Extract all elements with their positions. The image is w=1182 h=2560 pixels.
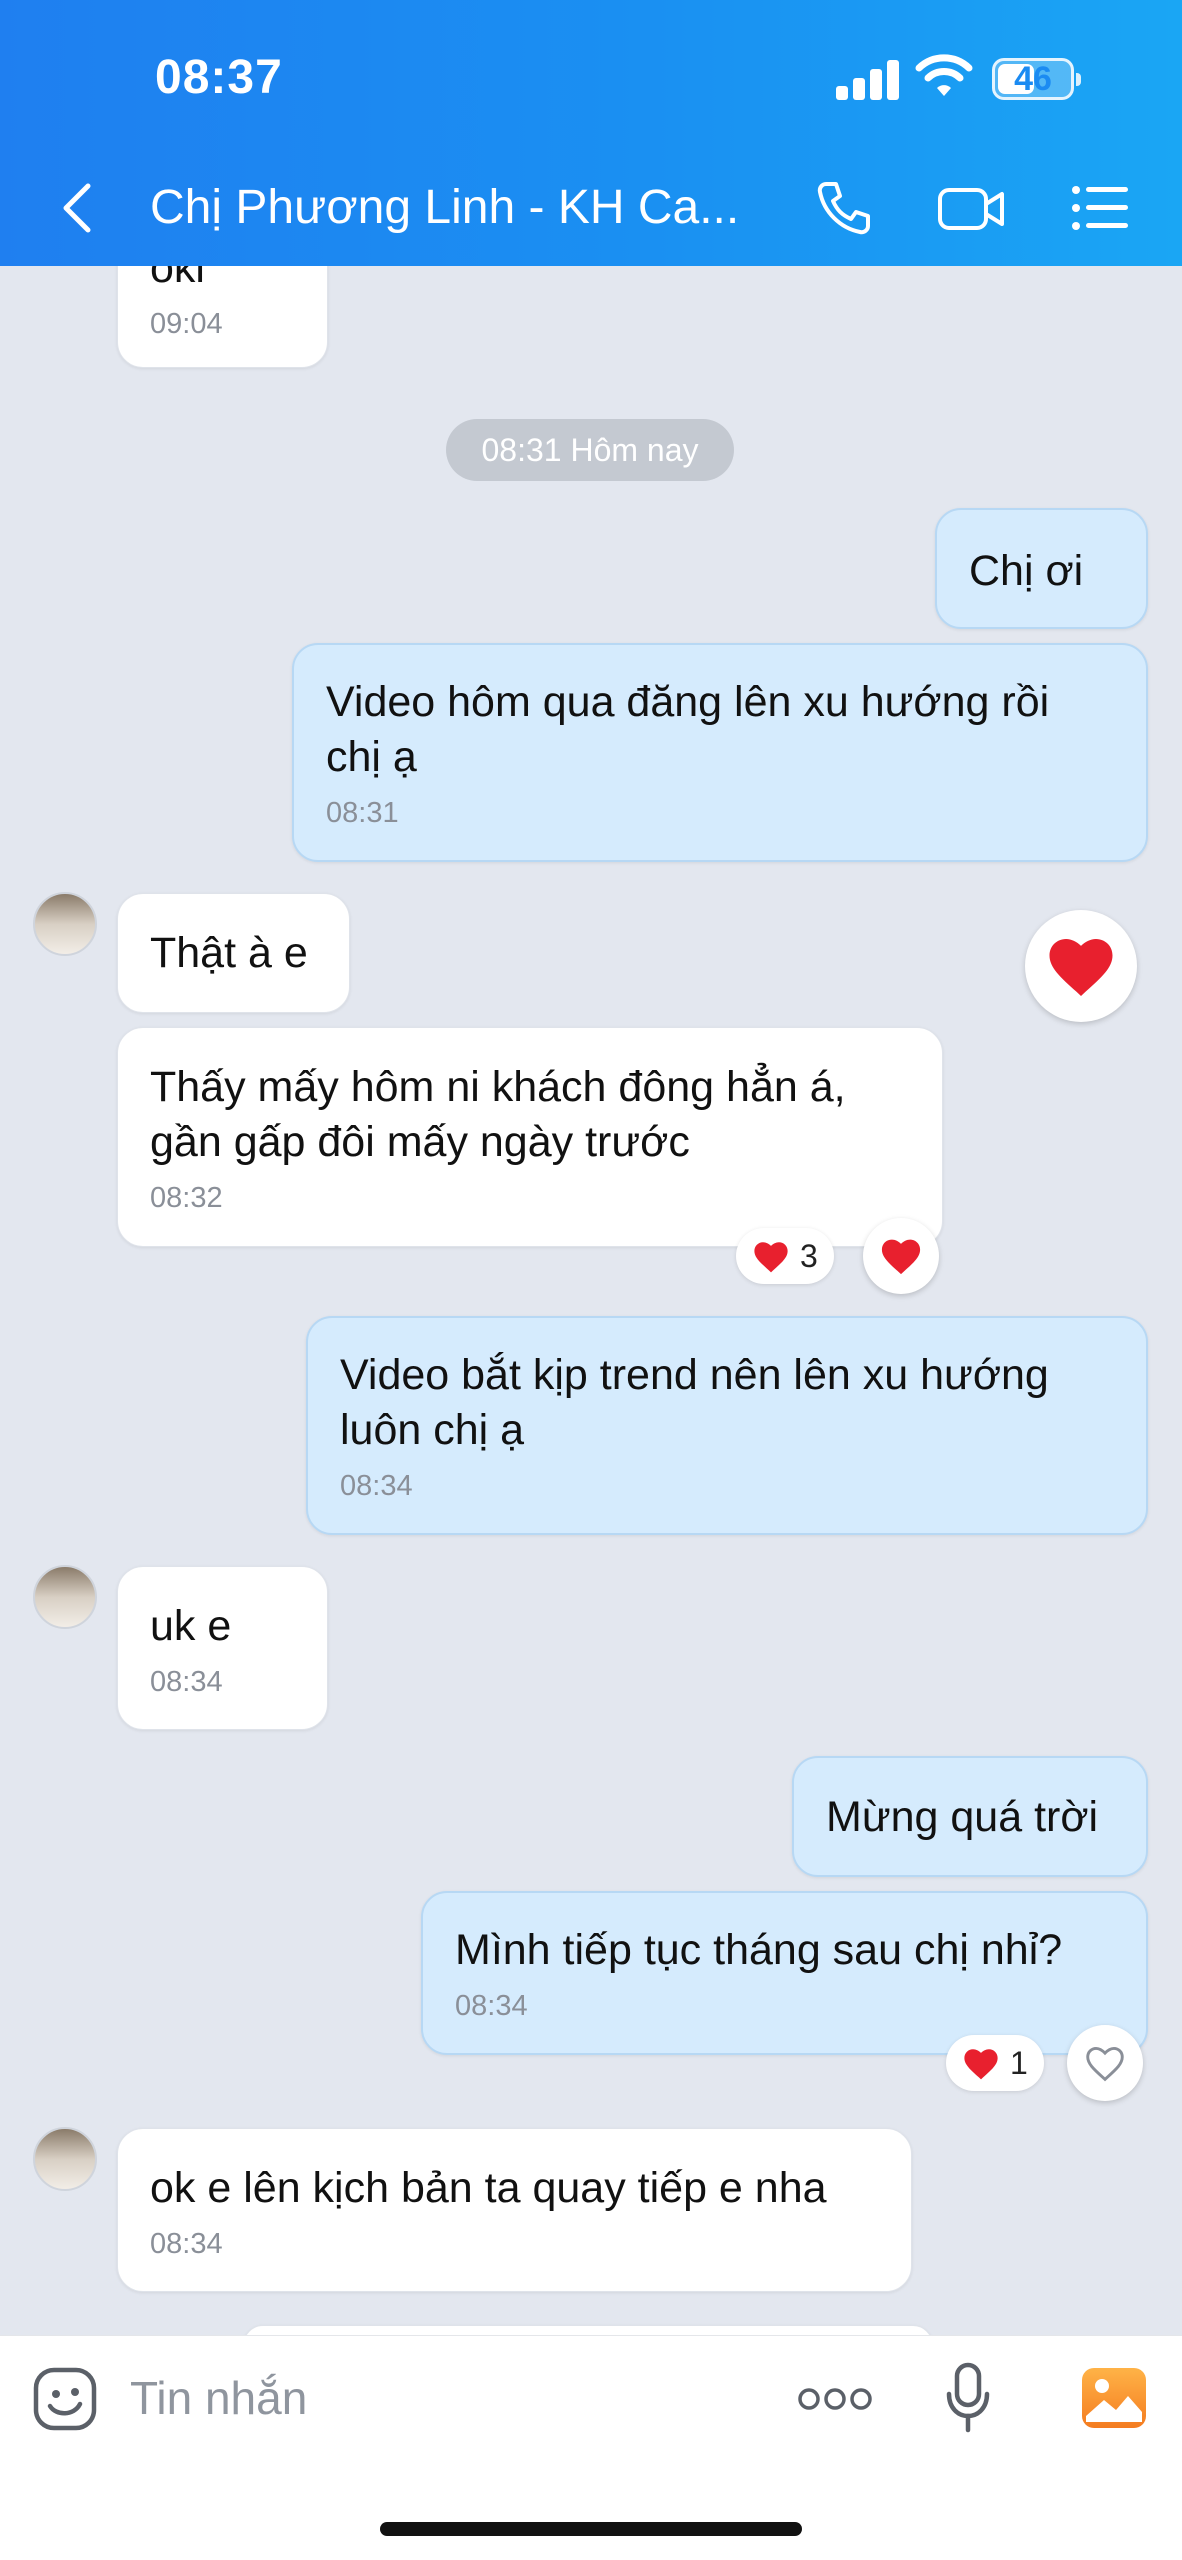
message-bubble-outgoing[interactable]: Video hôm qua đăng lên xu hướng rồi chị … [292, 643, 1148, 862]
message-bubble-outgoing[interactable]: Chị ơi [935, 508, 1148, 629]
contact-avatar[interactable] [33, 892, 97, 956]
contact-avatar[interactable] [33, 1565, 97, 1629]
back-arrow-icon[interactable] [50, 178, 110, 238]
message-text: Video hôm qua đăng lên xu hướng rồi chị … [326, 678, 1050, 781]
reaction-heart-outline-button[interactable] [1067, 2025, 1143, 2101]
microphone-icon[interactable] [946, 2362, 990, 2434]
message-text: Thật à e [150, 929, 308, 977]
chat-title[interactable]: Chị Phương Linh - KH Ca... [150, 180, 750, 235]
message-input[interactable]: Tin nhắn [130, 2371, 307, 2425]
reaction-summary[interactable]: 1 [946, 2035, 1044, 2091]
message-bubble-outgoing[interactable]: Video bắt kịp trend nên lên xu hướng luô… [306, 1316, 1148, 1535]
message-text: Chị ơi [969, 547, 1084, 595]
reaction-count: 1 [1010, 2044, 1028, 2081]
message-text: ok e lên kịch bản ta quay tiếp e nha [150, 2164, 827, 2212]
reaction-count: 3 [800, 1237, 818, 1274]
heart-icon [881, 1239, 921, 1275]
message-bubble-incoming[interactable]: ok e lên kịch bản ta quay tiếp e nha 08:… [117, 2128, 912, 2292]
message-bubble-outgoing[interactable]: Mình tiếp tục tháng sau chị nhỉ? 08:34 [421, 1891, 1148, 2055]
home-indicator [380, 2522, 802, 2536]
message-text: Thấy mấy hôm ni khách đông hẳn á, gần gấ… [150, 1063, 846, 1166]
message-time: 08:31 [326, 797, 399, 829]
message-text: uk e [150, 1602, 232, 1650]
heart-outline-icon [1086, 2046, 1124, 2082]
more-options-icon[interactable] [798, 2386, 872, 2412]
message-time: 08:34 [150, 2228, 223, 2260]
message-time: 08:34 [340, 1470, 413, 1502]
message-text: Mừng quá trời [826, 1793, 1099, 1841]
heart-icon [754, 1241, 788, 1272]
phone-call-icon[interactable] [812, 176, 876, 240]
contact-avatar[interactable] [33, 2127, 97, 2191]
sticker-icon[interactable] [32, 2366, 98, 2432]
message-time: 09:04 [150, 308, 223, 340]
reaction-summary[interactable]: 3 [736, 1228, 834, 1284]
message-bubble-outgoing[interactable]: Mừng quá trời [792, 1756, 1148, 1877]
video-call-icon[interactable] [936, 176, 1008, 240]
battery-level: 46 [1014, 59, 1052, 98]
image-gallery-icon[interactable] [1080, 2366, 1148, 2430]
wifi-icon [915, 54, 973, 96]
message-time: 08:34 [455, 1990, 528, 2022]
heart-icon [1049, 939, 1113, 996]
message-bubble-incoming[interactable]: Thật à e [117, 893, 350, 1013]
heart-icon [964, 2048, 998, 2079]
date-divider: 08:31 Hôm nay [446, 419, 734, 481]
reaction-heart-button[interactable] [863, 1218, 939, 1294]
message-text: Video bắt kịp trend nên lên xu hướng luô… [340, 1351, 1049, 1454]
reaction-heart-button[interactable] [1025, 910, 1137, 1022]
menu-list-icon[interactable] [1068, 176, 1132, 240]
signal-icon [836, 58, 900, 100]
chat-header: 08:37 46 Chị Phương Linh - KH Ca... [0, 0, 1182, 266]
battery-icon: 46 [992, 58, 1081, 100]
message-text: Mình tiếp tục tháng sau chị nhỉ? [455, 1926, 1063, 1974]
message-time: 08:34 [150, 1666, 223, 1698]
message-time: 08:32 [150, 1182, 223, 1214]
status-time: 08:37 [155, 51, 283, 104]
message-bubble-incoming[interactable]: uk e 08:34 [117, 1566, 328, 1730]
message-bubble-incoming[interactable]: Thấy mấy hôm ni khách đông hẳn á, gần gấ… [117, 1027, 943, 1247]
